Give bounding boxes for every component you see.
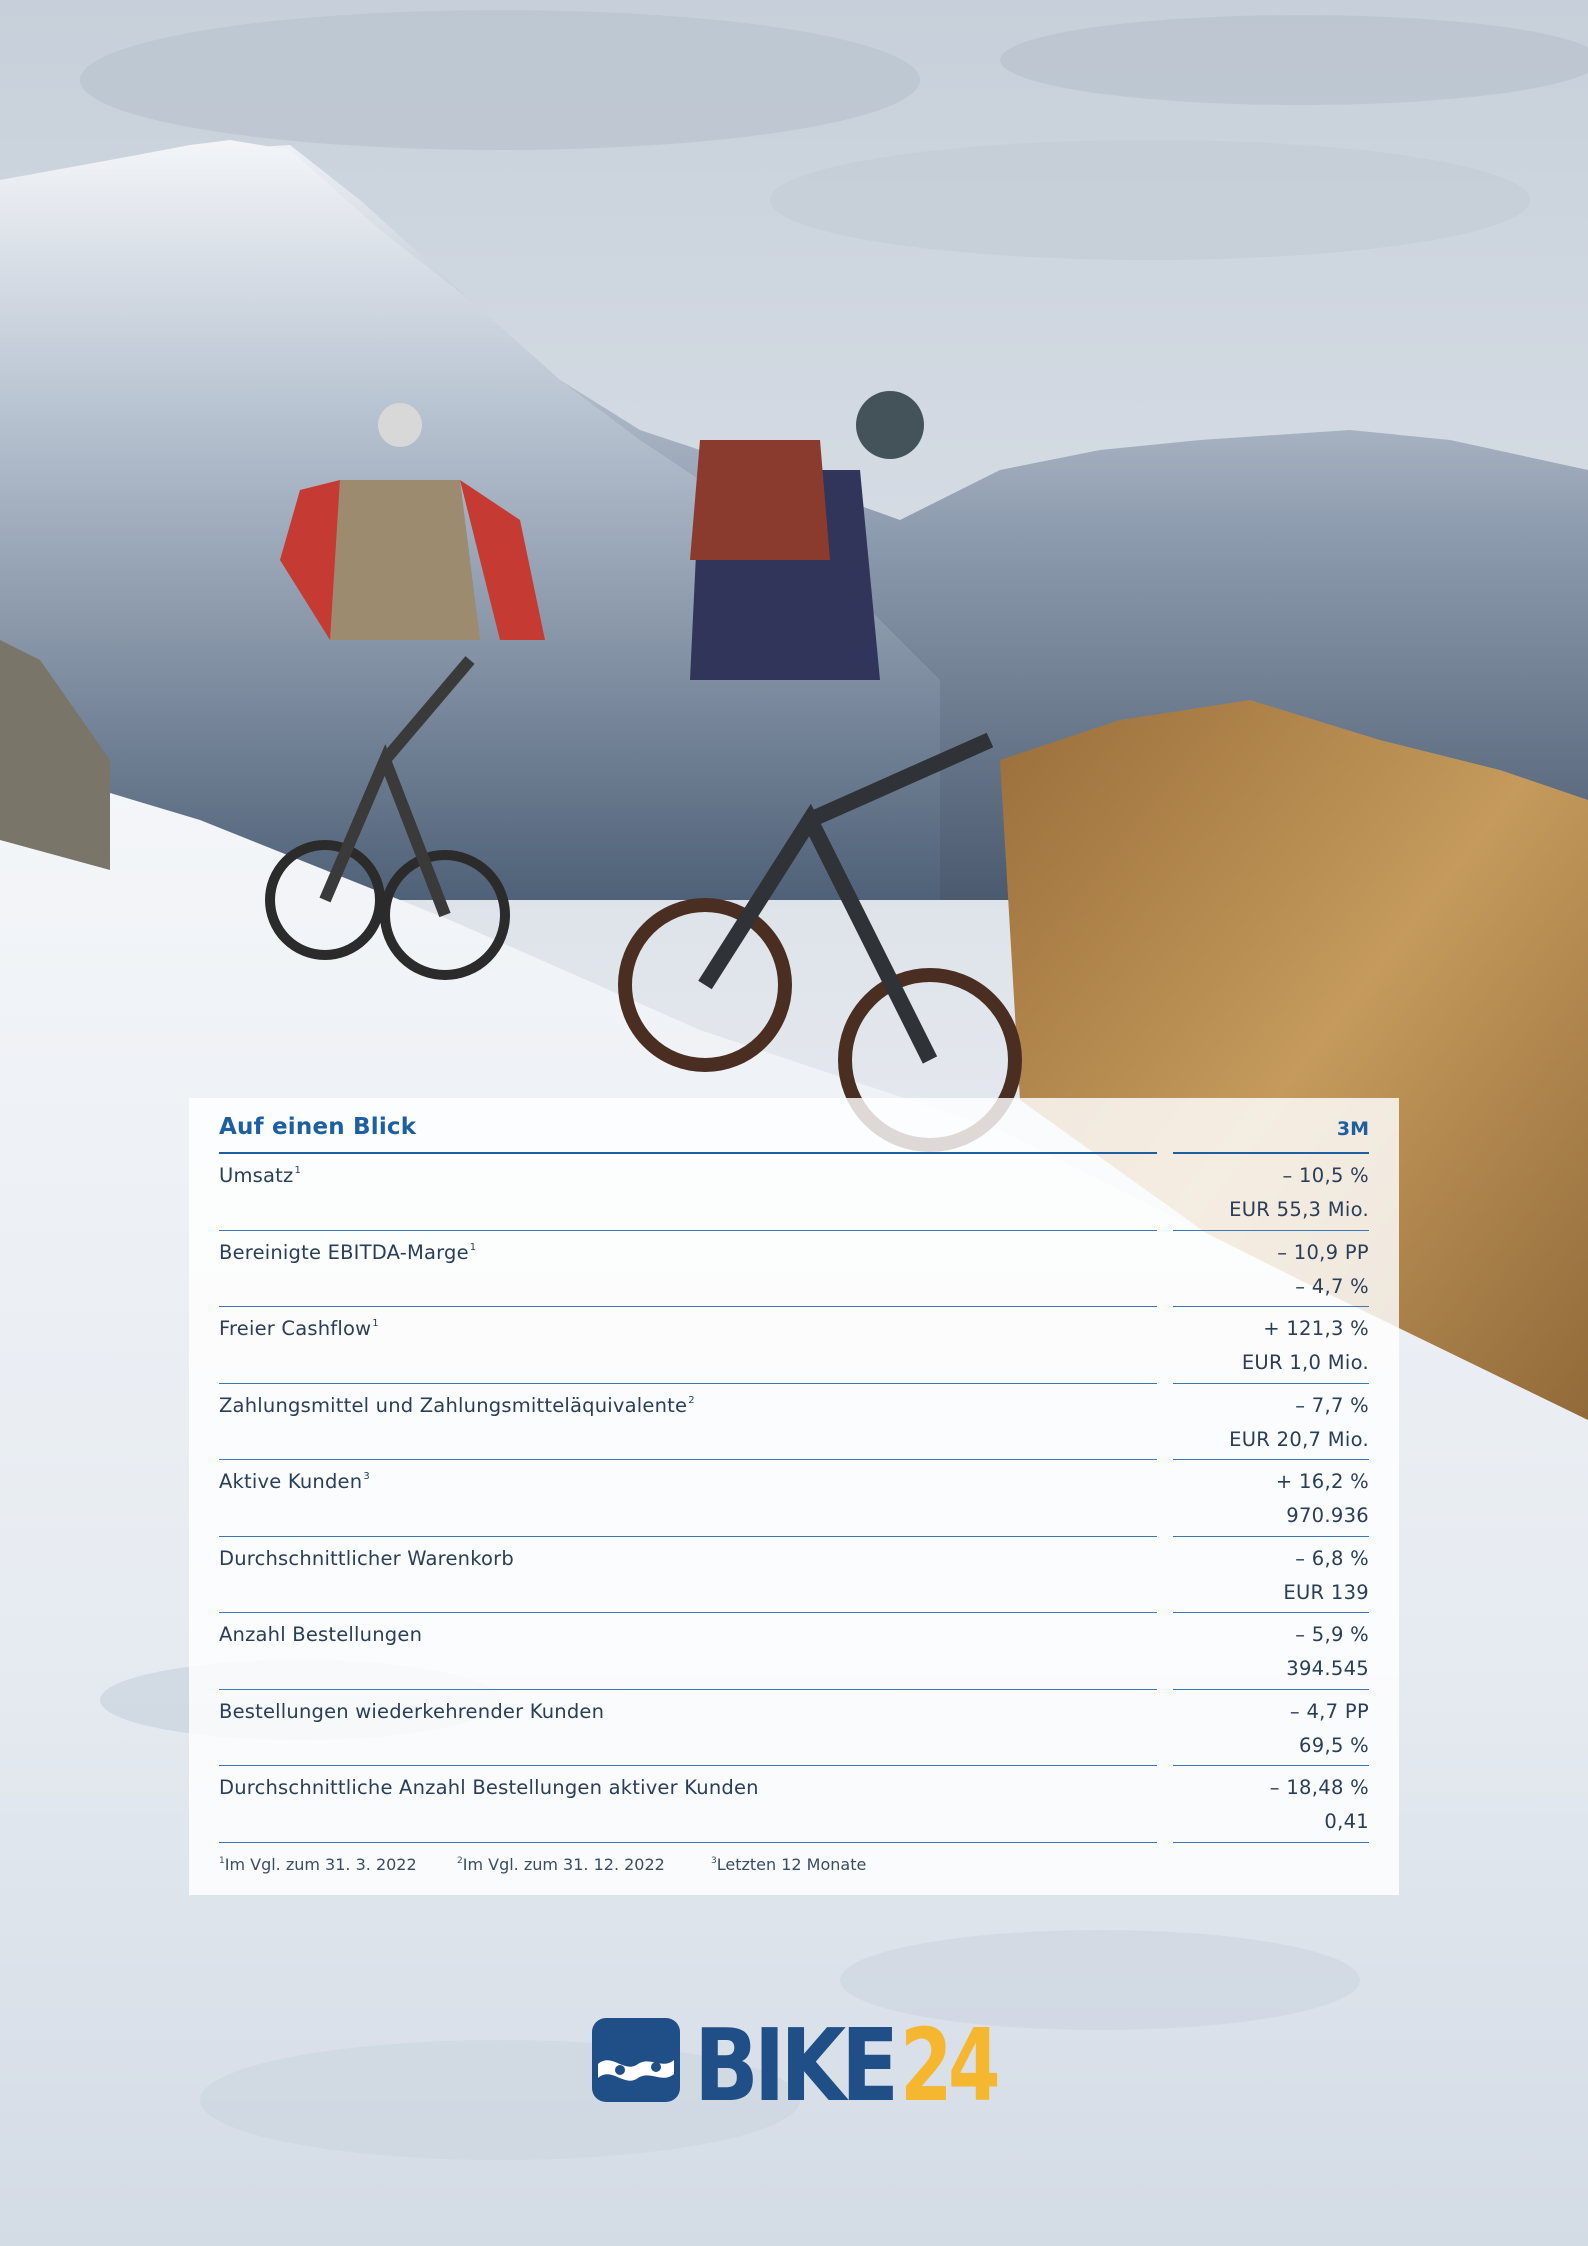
svg-text:BIKE: BIKE [694,2012,894,2108]
row-change: – 18,48 % [1269,1776,1369,1799]
table-row: Zahlungsmittel und Zahlungsmitteläquival… [219,1384,1369,1460]
row-change: + 16,2 % [1275,1470,1369,1493]
row-label: Bestellungen wiederkehrender Kunden [219,1699,605,1723]
row-change: – 4,7 PP [1289,1699,1369,1723]
row-change: + 121,3 % [1263,1317,1369,1340]
row-label: Aktive Kunden3 [219,1470,370,1493]
row-label: Durchschnittliche Anzahl Bestellungen ak… [219,1776,759,1799]
row-label: Bereinigte EBITDA-Marge1 [219,1240,477,1264]
period-label: 3M [1336,1118,1369,1140]
bike24-logo: BIKE 24 [592,2012,1000,2108]
row-value: – 4,7 % [1295,1274,1369,1298]
footnotes: 1Im Vgl. zum 31. 3. 2022 2Im Vgl. zum 31… [219,1843,1369,1887]
row-change: – 6,8 % [1295,1546,1369,1570]
table-row: Bereinigte EBITDA-Marge1 – 10,9 PP – 4,7… [219,1231,1369,1307]
row-label: Umsatz1 [219,1164,302,1187]
row-change: – 10,9 PP [1277,1240,1369,1264]
row-change: – 5,9 % [1295,1623,1369,1646]
row-value: 0,41 [1324,1810,1369,1833]
row-value: EUR 20,7 Mio. [1229,1427,1369,1451]
row-label: Freier Cashflow1 [219,1317,379,1340]
row-value: 394.545 [1286,1657,1369,1680]
key-figures-table: Auf einen Blick 3M Umsatz1 – 10,5 % EUR … [219,1098,1369,1887]
row-value: EUR 139 [1283,1580,1369,1604]
footnote: 1Im Vgl. zum 31. 3. 2022 [219,1854,417,1874]
table-row: Durchschnittliche Anzahl Bestellungen ak… [219,1766,1369,1843]
table-row: Aktive Kunden3 + 16,2 % 970.936 [219,1460,1369,1537]
row-value: 970.936 [1286,1504,1369,1527]
row-value: EUR 55,3 Mio. [1229,1198,1369,1221]
footnote: 3Letzten 12 Monate [711,1854,867,1874]
row-label: Durchschnittlicher Warenkorb [219,1546,514,1570]
table-row: Anzahl Bestellungen – 5,9 % 394.545 [219,1613,1369,1690]
svg-text:24: 24 [900,2012,997,2108]
key-figures-panel: Auf einen Blick 3M Umsatz1 – 10,5 % EUR … [189,1098,1399,1895]
row-value: 69,5 % [1299,1733,1369,1757]
table-row: Freier Cashflow1 + 121,3 % EUR 1,0 Mio. [219,1307,1369,1384]
row-label: Zahlungsmittel und Zahlungsmitteläquival… [219,1393,695,1417]
row-change: – 10,5 % [1282,1164,1369,1187]
table-header: Auf einen Blick 3M [219,1098,1369,1154]
footnote: 2Im Vgl. zum 31. 12. 2022 [457,1854,665,1874]
row-change: – 7,7 % [1295,1393,1369,1417]
row-label: Anzahl Bestellungen [219,1623,423,1646]
table-row: Bestellungen wiederkehrender Kunden – 4,… [219,1690,1369,1766]
row-value: EUR 1,0 Mio. [1241,1351,1369,1374]
table-row: Durchschnittlicher Warenkorb – 6,8 % EUR… [219,1537,1369,1613]
table-title: Auf einen Blick [219,1114,417,1140]
table-row: Umsatz1 – 10,5 % EUR 55,3 Mio. [219,1154,1369,1231]
